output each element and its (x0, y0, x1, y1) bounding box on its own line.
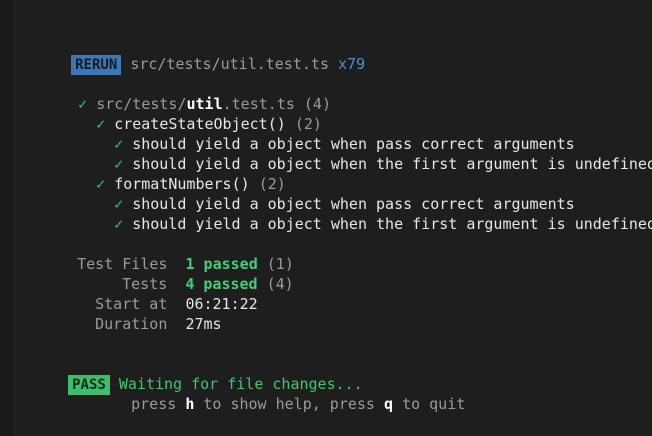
rerun-badge: RERUN (71, 55, 122, 75)
summary-total: (4) (266, 275, 294, 293)
test-case: ✓ should yield a object when the first a… (78, 194, 652, 233)
test-case: ✓ should yield a object when the first a… (78, 134, 652, 173)
hint-text: press (131, 395, 177, 413)
summary-duration: Duration 27ms (59, 294, 221, 333)
hint-text: to quit (402, 395, 466, 413)
rerun-header: RERUN src/tests/util.test.ts x79 (35, 34, 365, 75)
keyboard-hint: press h to show help, press q to quit (95, 374, 465, 413)
summary-tests: Tests 4 passed (4) (86, 254, 294, 293)
summary-start-at: Start at 06:21:22 (59, 274, 258, 313)
suite-line: ✓ src/tests/util.test.ts (4) (42, 74, 331, 113)
test-group: ✓ formatNumbers() (2) (60, 154, 286, 193)
rerun-count: x79 (338, 55, 366, 73)
rerun-path: src/tests/util.test.ts (130, 55, 329, 73)
summary-label: Duration (95, 315, 168, 333)
summary-test-files: Test Files 1 passed (1) (41, 234, 294, 273)
test-label: should yield a object when the first arg… (132, 215, 652, 233)
terminal-left-gutter (0, 0, 15, 436)
check-icon: ✓ (114, 215, 124, 233)
watch-status: PASS Waiting for file changes... (32, 354, 363, 395)
test-case: ✓ should yield a object when pass correc… (78, 114, 575, 153)
summary-value: 27ms (185, 315, 222, 333)
test-group: ✓ createStateObject() (2) (60, 94, 322, 133)
hint-text: to show help, press (203, 395, 375, 413)
help-key: h (185, 395, 195, 413)
test-case: ✓ should yield a object when pass correc… (78, 174, 575, 213)
quit-key: q (384, 395, 394, 413)
terminal-output: RERUN src/tests/util.test.ts x79 ✓ src/t… (15, 0, 652, 436)
